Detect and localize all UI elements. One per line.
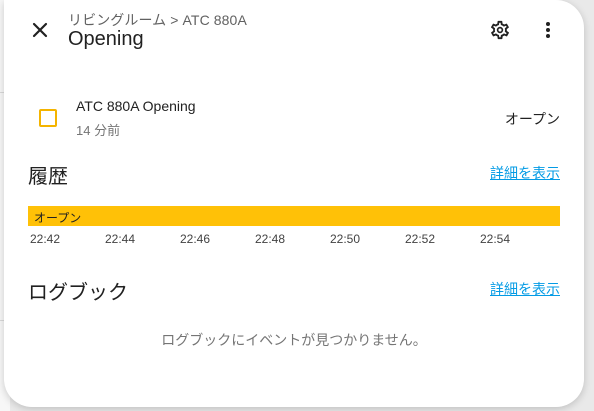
breadcrumb: リビングルーム > ATC 880A — [68, 12, 247, 28]
timeline-tick: 22:54 — [480, 232, 511, 246]
history-timeline[interactable]: オープン — [28, 206, 560, 226]
close-icon — [32, 22, 48, 38]
timeline-state-label: オープン — [34, 211, 82, 225]
gear-icon — [490, 20, 509, 40]
timeline-bar — [28, 206, 560, 226]
checkbox-outline-icon — [39, 109, 57, 127]
logbook-title: ログブック — [28, 282, 128, 304]
timeline-tick: 22:42 — [30, 232, 61, 246]
close-button[interactable] — [24, 14, 56, 46]
logbook-show-more-link[interactable]: 詳細を表示 — [490, 279, 560, 299]
timeline-tick: 22:46 — [180, 232, 211, 246]
timeline-tick: 22:50 — [330, 232, 361, 246]
entity-state-row: ATC 880A Opening 14 分前 オープン — [28, 96, 560, 140]
settings-button[interactable] — [484, 14, 516, 46]
dialog-title: Opening — [68, 28, 144, 50]
entity-state-value: オープン — [504, 111, 560, 127]
entity-name: ATC 880A Opening — [76, 98, 196, 114]
history-show-more-link[interactable]: 詳細を表示 — [490, 163, 560, 183]
entity-last-changed: 14 分前 — [76, 123, 121, 138]
timeline-tick: 22:44 — [105, 232, 136, 246]
timeline-tick: 22:48 — [255, 232, 286, 246]
more-options-button[interactable] — [532, 14, 564, 46]
logbook-empty-message: ログブックにイベントが見つかりません。 — [161, 332, 427, 348]
timeline-tick: 22:52 — [405, 232, 436, 246]
history-title: 履歴 — [28, 166, 68, 188]
more-info-dialog: リビングルーム > ATC 880A Opening ATC 880A Open… — [4, 0, 584, 407]
more-vertical-icon — [546, 22, 550, 38]
timeline-axis: 22:42 22:44 22:46 22:48 22:50 22:52 22:5… — [28, 232, 560, 248]
